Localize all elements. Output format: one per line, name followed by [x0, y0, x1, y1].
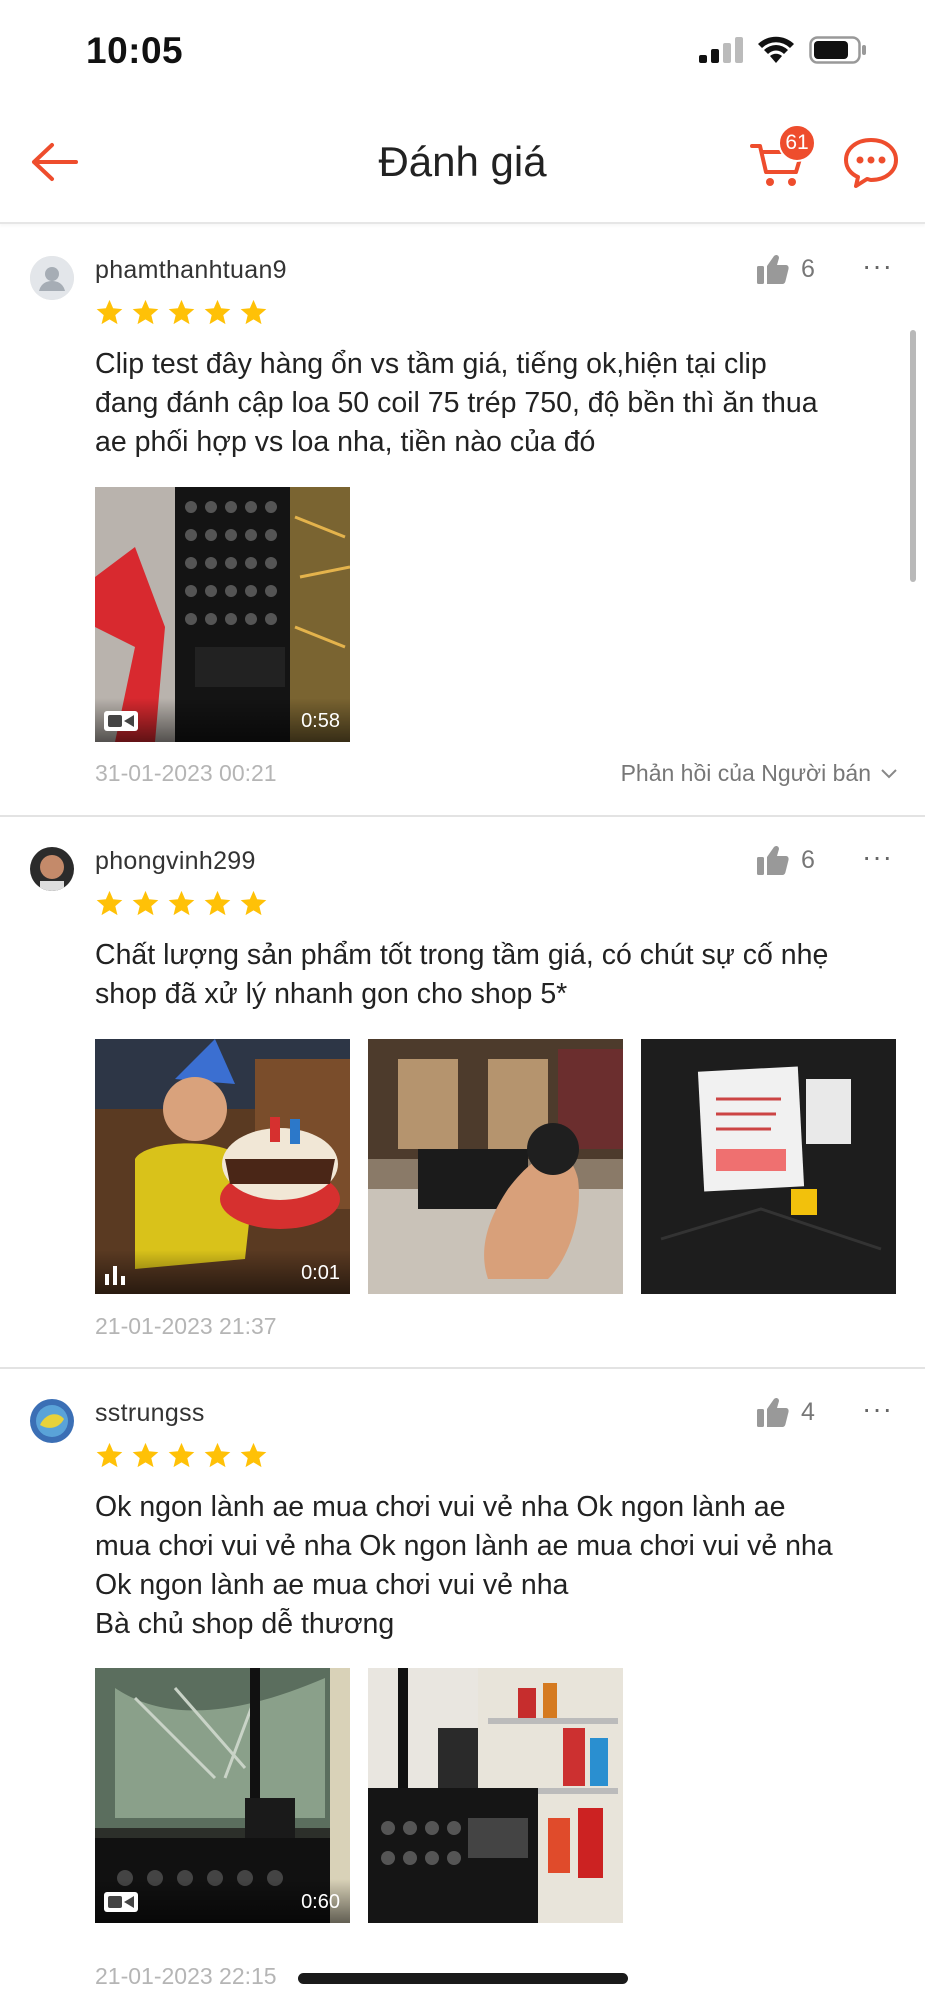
like-button[interactable]: 6: [757, 254, 815, 284]
review-text: Ok ngon lành ae mua chơi vui vẻ nha Ok n…: [95, 1491, 833, 1640]
audio-bars-icon: [105, 1266, 125, 1285]
like-button[interactable]: 6: [757, 845, 815, 875]
wifi-icon: [758, 36, 794, 63]
more-options-button[interactable]: ···: [862, 1393, 893, 1425]
video-duration: 0:01: [301, 1262, 340, 1284]
thumbs-up-icon: [757, 845, 789, 875]
review-item: phamthanhtuan9 6 ··· Clip test đây hàng …: [0, 226, 925, 817]
photo-thumbnail: [368, 1039, 623, 1294]
status-icons: [699, 36, 867, 64]
avatar: [30, 256, 74, 300]
default-avatar-icon: [30, 256, 74, 300]
avatar: [30, 847, 74, 891]
star-icon: [168, 299, 195, 325]
star-icon: [168, 1442, 195, 1468]
review-video[interactable]: 0:58: [95, 487, 350, 742]
media-row: 0:60: [95, 1668, 623, 1923]
star-rating: [95, 889, 268, 918]
review-photo[interactable]: [641, 1039, 896, 1294]
star-icon: [168, 890, 195, 916]
chat-button[interactable]: [842, 132, 900, 192]
review-video[interactable]: 0:01: [95, 1039, 350, 1294]
thumbs-up-icon: [757, 254, 789, 284]
star-icon: [240, 1442, 267, 1468]
reviewer-username[interactable]: phongvinh299: [95, 847, 256, 876]
seller-reply-label: Phản hồi của Người bán: [620, 760, 871, 786]
star-rating: [95, 298, 268, 327]
video-camera-icon: [104, 711, 138, 731]
like-button[interactable]: 4: [757, 1397, 815, 1427]
review-item: sstrungss 4 ··· Ok ngon lành ae mua chơi…: [0, 1369, 925, 2000]
reviewer-username[interactable]: sstrungss: [95, 1399, 205, 1428]
like-count: 4: [801, 1397, 815, 1426]
video-duration: 0:60: [301, 1891, 340, 1913]
nav-bar: Đánh giá 61: [0, 100, 925, 224]
photo-thumbnail: [641, 1039, 896, 1294]
star-icon: [96, 890, 123, 916]
review-photo[interactable]: [368, 1039, 623, 1294]
video-duration: 0:58: [301, 710, 340, 732]
reviewer-username[interactable]: phamthanhtuan9: [95, 256, 287, 285]
status-bar: 10:05: [0, 0, 925, 100]
like-count: 6: [801, 845, 815, 874]
avatar-photo: [30, 1399, 74, 1443]
seller-reply-toggle[interactable]: Phản hồi của Người bán: [621, 760, 897, 787]
star-icon: [204, 890, 231, 916]
review-date: 31-01-2023 00:21: [95, 760, 277, 786]
media-row: 0:01: [95, 1039, 896, 1294]
media-row: 0:58: [95, 487, 350, 742]
star-icon: [132, 890, 159, 916]
home-indicator[interactable]: [298, 1973, 628, 1984]
review-item: phongvinh299 6 ··· Chất lượng sản phẩm t…: [0, 817, 925, 1369]
review-text: Clip test đây hàng ổn vs tầm giá, tiếng …: [95, 348, 818, 458]
review-date: 21-01-2023 21:37: [95, 1313, 277, 1339]
more-options-button[interactable]: ···: [862, 250, 893, 282]
star-icon: [204, 299, 231, 325]
review-date: 21-01-2023 22:15: [95, 1963, 277, 1989]
star-icon: [240, 890, 267, 916]
signal-icon: [699, 37, 743, 63]
avatar-photo: [30, 847, 74, 891]
more-options-button[interactable]: ···: [862, 841, 893, 873]
star-icon: [204, 1442, 231, 1468]
cart-badge: 61: [778, 124, 816, 162]
star-icon: [96, 1442, 123, 1468]
review-photo[interactable]: [368, 1668, 623, 1923]
chevron-down-icon: [881, 768, 897, 778]
battery-icon: [809, 36, 866, 64]
star-icon: [96, 299, 123, 325]
photo-thumbnail: [368, 1668, 623, 1923]
video-camera-icon: [104, 1892, 138, 1912]
like-count: 6: [801, 254, 815, 283]
review-list: phamthanhtuan9 6 ··· Clip test đây hàng …: [0, 226, 925, 2000]
chat-icon: [844, 138, 898, 188]
status-time: 10:05: [86, 30, 184, 71]
star-rating: [95, 1441, 268, 1470]
thumbs-up-icon: [757, 1397, 789, 1427]
star-icon: [132, 299, 159, 325]
review-video[interactable]: 0:60: [95, 1668, 350, 1923]
review-text: Chất lượng sản phẩm tốt trong tầm giá, c…: [95, 939, 829, 1010]
avatar: [30, 1399, 74, 1443]
star-icon: [240, 299, 267, 325]
star-icon: [132, 1442, 159, 1468]
